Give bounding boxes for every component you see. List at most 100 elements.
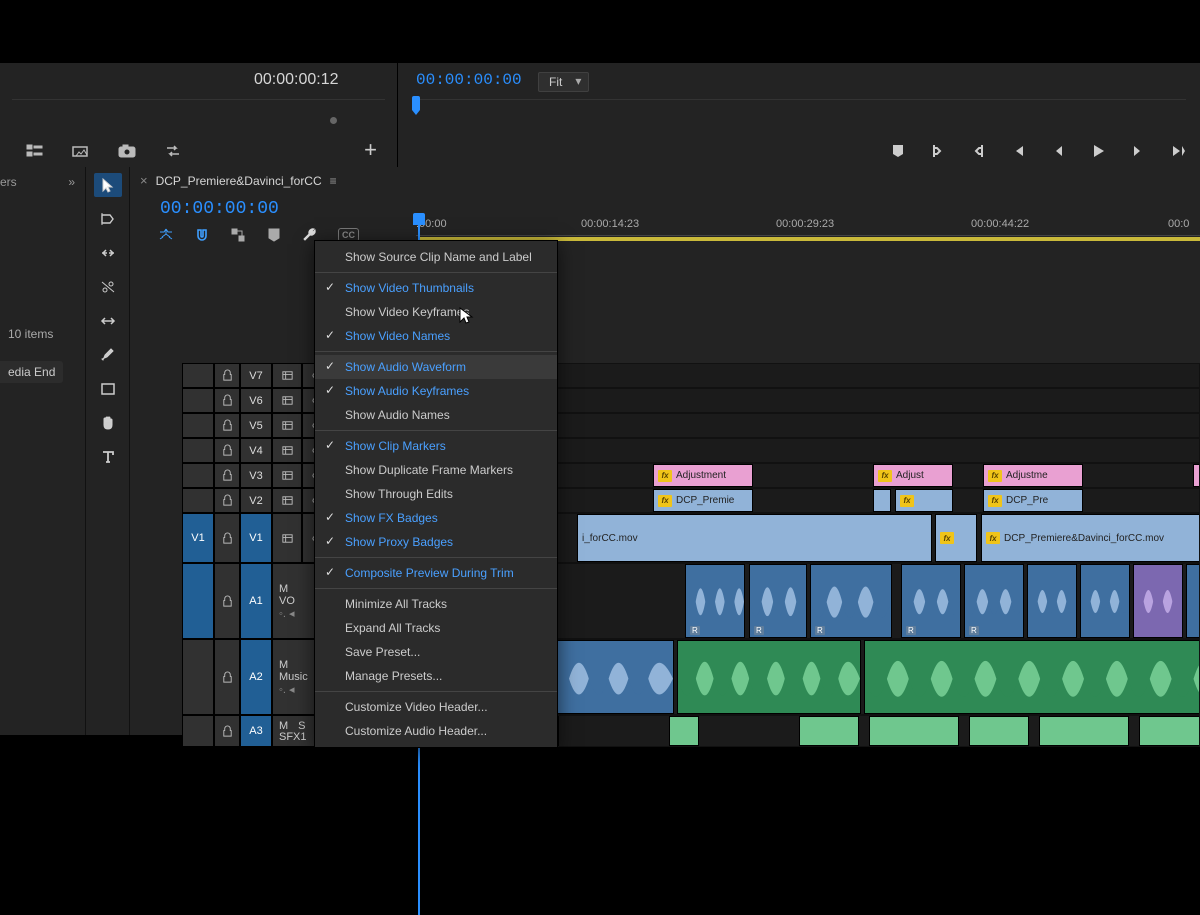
- clip-video[interactable]: fx: [895, 489, 953, 512]
- lock-toggle[interactable]: [214, 463, 240, 488]
- clip-video[interactable]: fxDCP_Premie: [653, 489, 753, 512]
- clip-audio[interactable]: [677, 640, 861, 714]
- lock-toggle[interactable]: [214, 363, 240, 388]
- sequence-tab[interactable]: × DCP_Premiere&Davinci_forCC ≡: [130, 167, 1200, 194]
- menu-item[interactable]: Show Audio Waveform: [315, 355, 557, 379]
- clip-audio[interactable]: [669, 716, 699, 746]
- sync-lock-toggle[interactable]: [272, 363, 302, 388]
- sync-lock-toggle[interactable]: [272, 513, 302, 563]
- lock-toggle[interactable]: [214, 413, 240, 438]
- menu-item[interactable]: Manage Presets...: [315, 664, 557, 688]
- timeline-timecode[interactable]: 00:00:00:00: [160, 199, 279, 219]
- go-to-out-icon[interactable]: [1170, 143, 1186, 159]
- sync-lock-toggle[interactable]: [272, 488, 302, 513]
- menu-item[interactable]: Show Duplicate Frame Markers: [315, 458, 557, 482]
- menu-item[interactable]: Show Video Thumbnails: [315, 276, 557, 300]
- lock-toggle[interactable]: [214, 488, 240, 513]
- clip-video[interactable]: fx: [935, 514, 977, 562]
- clip-video[interactable]: i_forCC.mov: [577, 514, 932, 562]
- clip-audio[interactable]: [1039, 716, 1129, 746]
- menu-item[interactable]: Show Through Edits: [315, 482, 557, 506]
- menu-item[interactable]: Show Video Keyframes: [315, 300, 557, 324]
- menu-item[interactable]: Save Preset...: [315, 640, 557, 664]
- program-scrubber[interactable]: [412, 99, 1186, 115]
- track-target[interactable]: V4: [240, 438, 272, 463]
- menu-item[interactable]: Show Video Names: [315, 324, 557, 348]
- camera-icon[interactable]: [118, 143, 136, 159]
- slip-tool[interactable]: [94, 309, 122, 333]
- menu-item[interactable]: Customize Video Header...: [315, 695, 557, 719]
- track-target[interactable]: A3: [240, 715, 272, 747]
- track-target[interactable]: A1: [240, 563, 272, 639]
- add-marker-icon[interactable]: [890, 143, 906, 159]
- program-playhead-mini[interactable]: [412, 96, 420, 110]
- track-target[interactable]: V3: [240, 463, 272, 488]
- magnet-icon[interactable]: [194, 227, 210, 243]
- clip-audio[interactable]: R: [749, 564, 807, 638]
- clip-audio[interactable]: R: [901, 564, 961, 638]
- clip-audio[interactable]: R: [964, 564, 1024, 638]
- timeline-display-settings-menu[interactable]: Show Source Clip Name and Label Show Vide…: [314, 240, 558, 748]
- source-timecode[interactable]: 00:00:00:12: [254, 71, 339, 89]
- clip-video[interactable]: fxDCP_Pre: [983, 489, 1083, 512]
- go-to-in-icon[interactable]: [1010, 143, 1026, 159]
- clip-audio[interactable]: [1080, 564, 1130, 638]
- clip-audio[interactable]: [969, 716, 1029, 746]
- clip-adjustment[interactable]: fxAdjust: [873, 464, 953, 487]
- clip-audio[interactable]: [1027, 564, 1077, 638]
- lock-toggle[interactable]: [214, 388, 240, 413]
- step-fwd-icon[interactable]: [1130, 143, 1146, 159]
- lock-toggle[interactable]: [214, 563, 240, 639]
- export-frame-icon[interactable]: [72, 143, 90, 159]
- source-patch[interactable]: [182, 563, 214, 639]
- menu-item[interactable]: Composite Preview During Trim: [315, 561, 557, 585]
- track-target[interactable]: V7: [240, 363, 272, 388]
- track-target[interactable]: A2: [240, 639, 272, 715]
- selection-tool[interactable]: [94, 173, 122, 197]
- clip-audio[interactable]: [864, 640, 1200, 714]
- track-target[interactable]: V2: [240, 488, 272, 513]
- clip-audio[interactable]: [1133, 564, 1183, 638]
- expand-chevrons-icon[interactable]: »: [68, 175, 75, 189]
- lock-toggle[interactable]: [214, 438, 240, 463]
- source-patch[interactable]: V1: [182, 513, 214, 563]
- hand-tool[interactable]: [94, 411, 122, 435]
- clip-audio[interactable]: [799, 716, 859, 746]
- clip-video[interactable]: fxDCP_Premiere&Davinci_forCC.mov: [981, 514, 1200, 562]
- play-icon[interactable]: [1090, 143, 1106, 159]
- marker-icon[interactable]: [266, 227, 282, 243]
- mute-toggle[interactable]: M: [279, 583, 288, 595]
- swap-icon[interactable]: [164, 143, 182, 159]
- track-select-tool[interactable]: [94, 207, 122, 231]
- snap-icon[interactable]: [158, 227, 174, 243]
- mute-toggle[interactable]: M: [279, 659, 288, 671]
- menu-item[interactable]: Minimize All Tracks: [315, 592, 557, 616]
- type-tool[interactable]: [94, 445, 122, 469]
- menu-item[interactable]: Show Source Clip Name and Label: [315, 245, 557, 269]
- rectangle-tool[interactable]: [94, 377, 122, 401]
- in-point-icon[interactable]: [930, 143, 946, 159]
- close-tab-icon[interactable]: ×: [140, 173, 148, 188]
- add-button[interactable]: +: [364, 139, 377, 161]
- menu-item[interactable]: Show Audio Names: [315, 403, 557, 427]
- clip-audio[interactable]: [1139, 716, 1200, 746]
- clip-adjustment[interactable]: fxAdjustment: [653, 464, 753, 487]
- track-target[interactable]: V5: [240, 413, 272, 438]
- pen-tool[interactable]: [94, 343, 122, 367]
- menu-item[interactable]: Customize Audio Header...: [315, 719, 557, 743]
- step-back-icon[interactable]: [1050, 143, 1066, 159]
- zoom-select[interactable]: Fit: [538, 72, 589, 92]
- source-scrubber[interactable]: [12, 99, 385, 115]
- clip-audio[interactable]: R: [810, 564, 892, 638]
- clip-audio[interactable]: R: [685, 564, 745, 638]
- clip-audio[interactable]: [1186, 564, 1200, 638]
- tab-menu-icon[interactable]: ≡: [330, 174, 337, 188]
- column-header-media-end[interactable]: edia End: [0, 361, 63, 383]
- menu-item[interactable]: Show FX Badges: [315, 506, 557, 530]
- lock-toggle[interactable]: [214, 639, 240, 715]
- ripple-edit-tool[interactable]: [94, 241, 122, 265]
- menu-item[interactable]: Show Audio Keyframes: [315, 379, 557, 403]
- marker-list-icon[interactable]: [26, 143, 44, 159]
- track-target[interactable]: V6: [240, 388, 272, 413]
- menu-item[interactable]: Expand All Tracks: [315, 616, 557, 640]
